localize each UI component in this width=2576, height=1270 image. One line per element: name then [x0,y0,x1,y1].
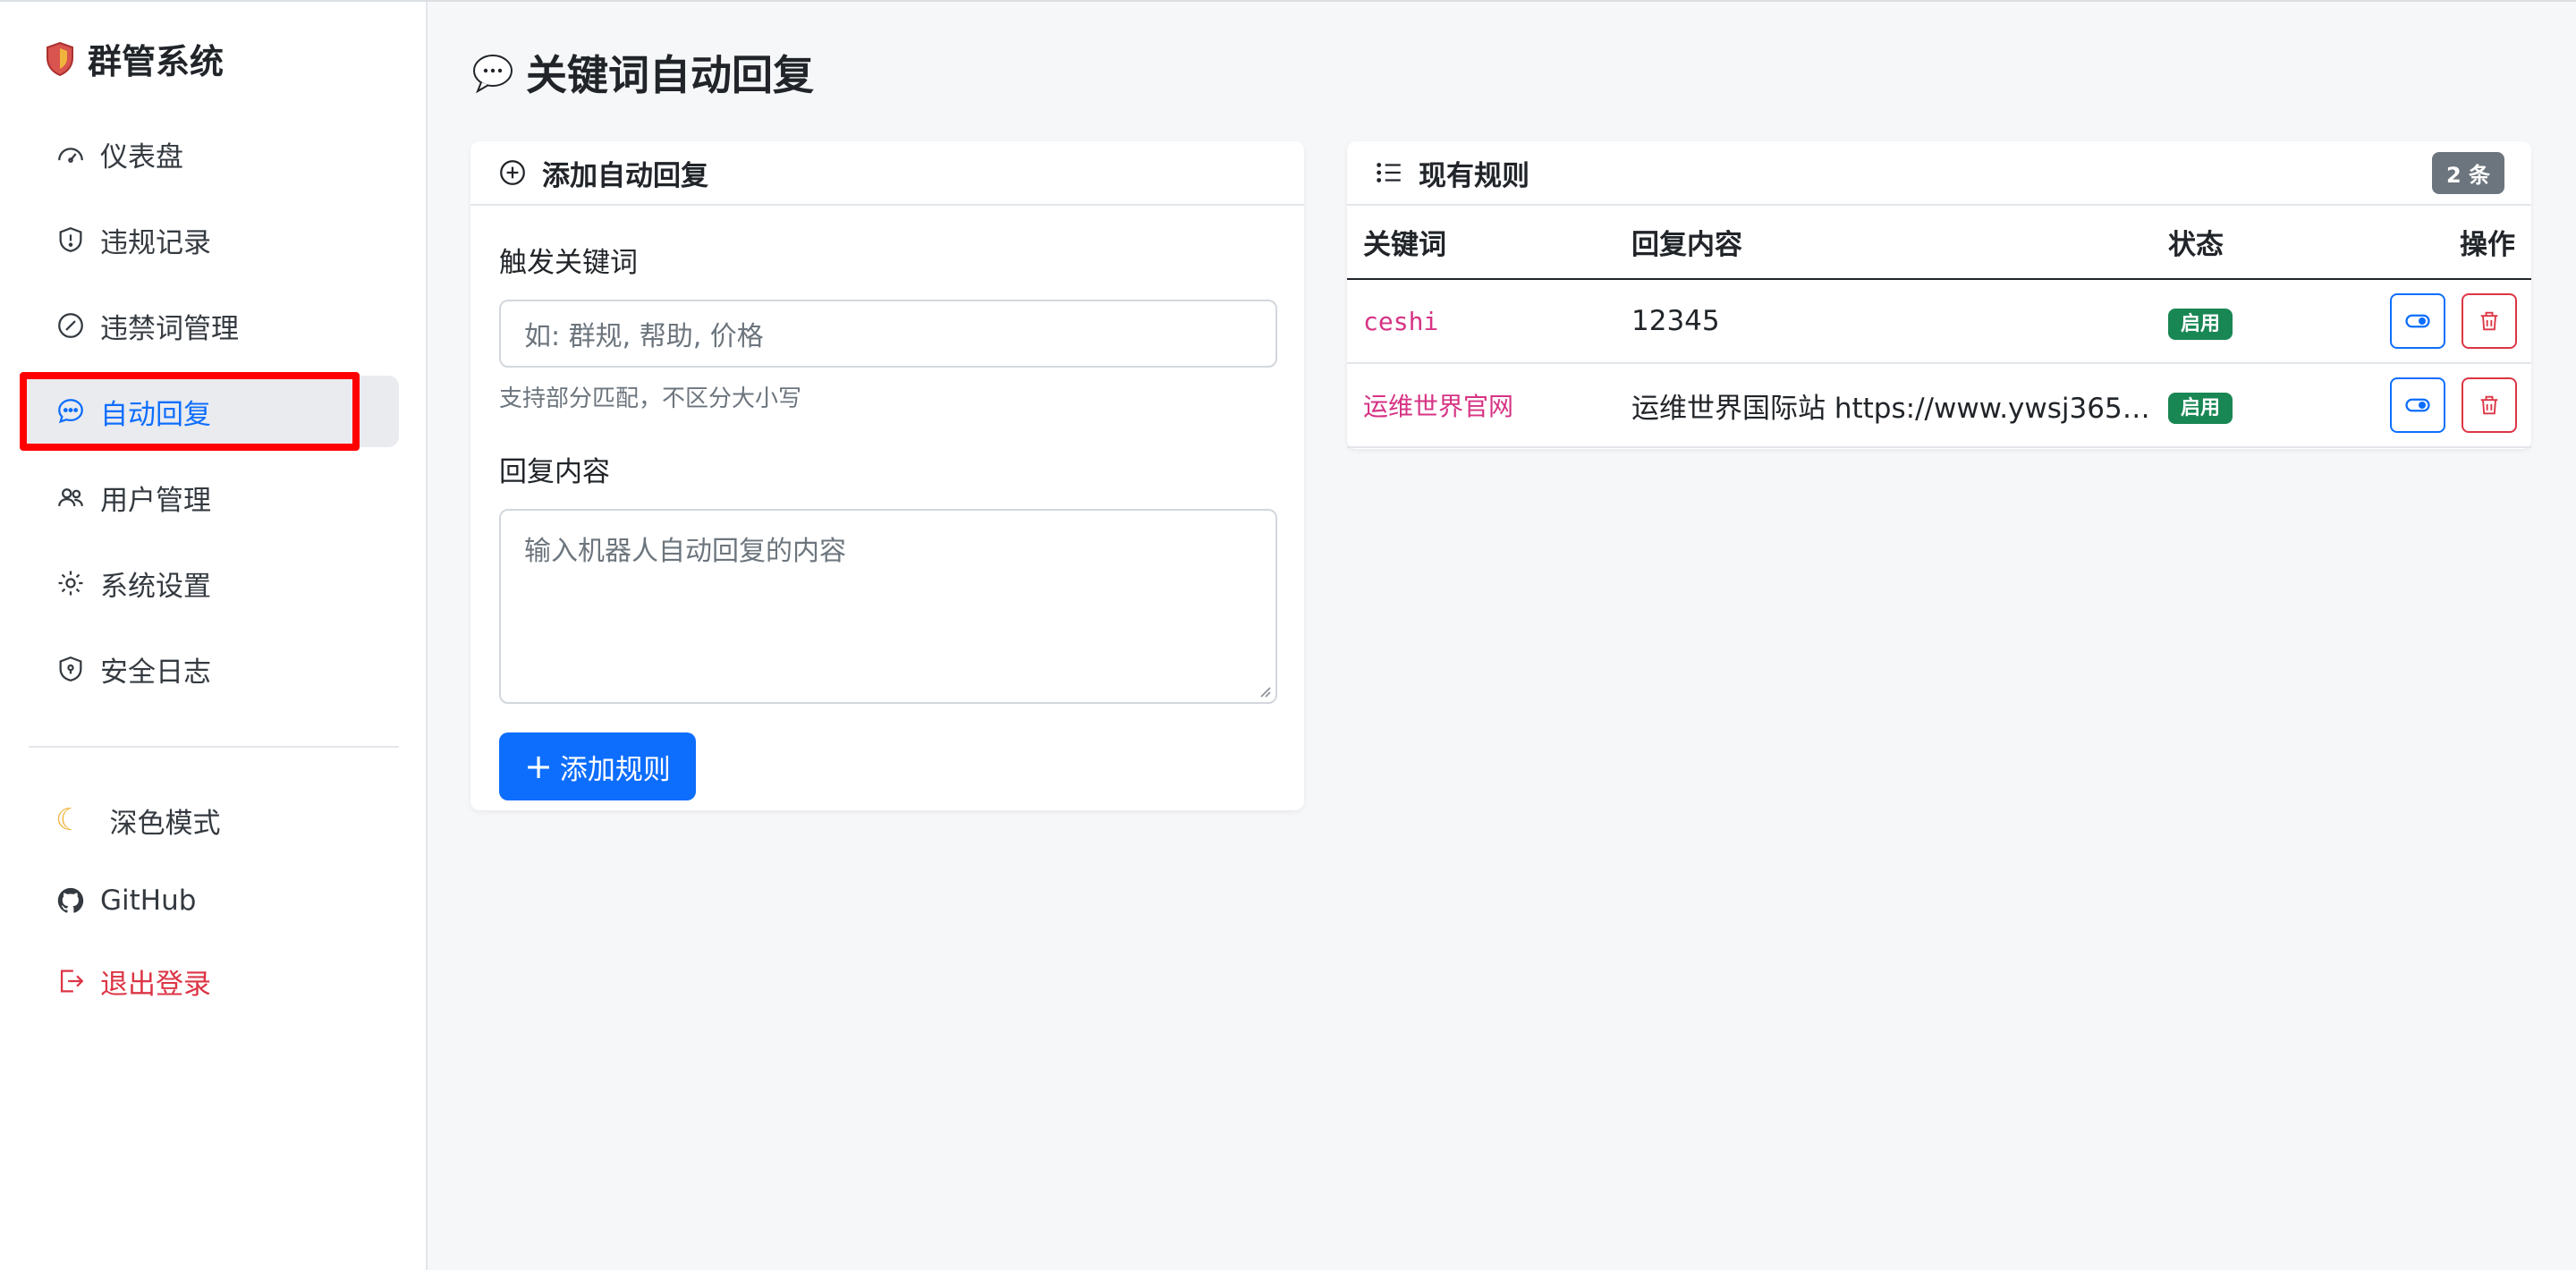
rule-keyword: 运维世界官网 [1347,363,1615,448]
sidebar-item-auto-reply[interactable]: 自动回复 [20,372,399,451]
toggle-rule-button[interactable] [2390,377,2446,433]
column-header-status: 状态 [2152,206,2331,280]
brand-title: 群管系统 [88,42,225,81]
sidebar-bottom: ☾ 深色模式 GitHub 退出登录 [55,798,220,1039]
add-card-header: 添加自动回复 [470,141,1304,206]
sidebar-item-label: 安全日志 [100,656,211,689]
list-icon [1374,157,1404,188]
speech-bubble-icon [470,50,515,95]
sidebar-nav: 仪表盘 违规记录 违禁词管理 自动回复 用户管理 系统设置 安全日志 [20,118,399,719]
page-title: 关键词自动回复 [470,43,814,102]
table-row: ceshi 12345 启用 [1347,279,2531,364]
rule-actions [2331,363,2531,448]
rule-content: 运维世界国际站 https://www.ywsj365.... [1615,363,2152,448]
brand: 群管系统 [45,34,224,83]
moon-icon: ☾ [55,802,83,838]
app-window: 群管系统 仪表盘 违规记录 违禁词管理 自动回复 用户管理 系统设置 安全日志 … [0,0,2576,1270]
logout-label: 退出登录 [100,968,211,1001]
slash-circle-icon [55,310,86,341]
sidebar-item-label: 违规记录 [100,226,211,259]
table-row: 运维世界官网 运维世界国际站 https://www.ywsj365.... 启… [1347,363,2531,448]
sidebar-item-label: 用户管理 [100,484,211,517]
column-header-keyword: 关键词 [1347,206,1615,280]
sidebar-item-settings[interactable]: 系统设置 [21,547,399,619]
sidebar-item-label: 自动回复 [100,398,211,431]
gear-icon [55,568,86,598]
dark-mode-toggle[interactable]: ☾ 深色模式 [55,798,220,842]
existing-rules-card: 现有规则 2 条 关键词 回复内容 状态 操作 ceshi 12345 启用 运… [1347,141,2531,449]
toggle-rule-button[interactable] [2390,293,2446,349]
rules-card-title: 现有规则 [1419,159,1530,192]
sidebar-item-users[interactable]: 用户管理 [21,461,399,533]
toggle-on-icon [2405,398,2430,412]
rule-content: 12345 [1615,279,2152,364]
sidebar-item-dashboard[interactable]: 仪表盘 [21,118,399,190]
content-label: 回复内容 [499,456,610,488]
main-content: 关键词自动回复 添加自动回复 触发关键词 如: 群规, 帮助, 价格 支持部分匹… [428,2,2576,1270]
rule-actions [2331,279,2531,364]
table-header-row: 关键词 回复内容 状态 操作 [1347,206,2531,280]
add-auto-reply-card: 添加自动回复 触发关键词 如: 群规, 帮助, 价格 支持部分匹配，不区分大小写… [470,141,1304,810]
logout-button[interactable]: 退出登录 [55,959,220,1003]
page-title-text: 关键词自动回复 [526,51,814,99]
trash-icon [2480,395,2498,415]
content-placeholder: 输入机器人自动回复的内容 [524,536,846,567]
sidebar-item-label: 违禁词管理 [100,312,239,345]
sidebar-item-banned-words[interactable]: 违禁词管理 [21,290,399,361]
github-label: GitHub [100,885,197,917]
rule-keyword: ceshi [1347,279,1615,364]
sidebar-item-label: 系统设置 [100,570,211,603]
chat-dots-icon [55,396,86,427]
toggle-on-icon [2405,314,2430,328]
logout-icon [55,966,86,996]
plus-circle-icon [497,157,528,188]
delete-rule-button[interactable] [2462,293,2517,349]
trash-icon [2480,311,2498,331]
rule-status-cell: 启用 [2152,363,2331,448]
rules-card-header: 现有规则 2 条 [1347,141,2531,206]
rules-table: 关键词 回复内容 状态 操作 ceshi 12345 启用 运维世界官网 运维世… [1347,206,2531,448]
sidebar-item-security-log[interactable]: 安全日志 [21,633,399,705]
keyword-input[interactable]: 如: 群规, 帮助, 价格 [499,300,1277,368]
status-badge: 启用 [2168,393,2233,424]
add-form: 触发关键词 如: 群规, 帮助, 价格 支持部分匹配，不区分大小写 回复内容 输… [470,206,1304,800]
rule-status-cell: 启用 [2152,279,2331,364]
keyword-hint: 支持部分匹配，不区分大小写 [499,385,802,412]
content-textarea[interactable]: 输入机器人自动回复的内容 [499,509,1277,704]
keyword-label: 触发关键词 [499,247,638,279]
sidebar: 群管系统 仪表盘 违规记录 违禁词管理 自动回复 用户管理 系统设置 安全日志 … [0,2,428,1270]
sidebar-divider [29,746,399,748]
resize-grip-icon[interactable] [1256,682,1272,698]
sidebar-item-label: 仪表盘 [100,140,183,174]
github-link[interactable]: GitHub [55,878,220,923]
speedometer-icon [55,139,86,169]
add-rule-label: 添加规则 [559,753,671,786]
status-badge: 启用 [2168,309,2233,340]
dark-mode-label: 深色模式 [109,807,221,840]
people-icon [55,482,86,512]
column-header-actions: 操作 [2331,206,2531,280]
shield-logo-icon [45,41,75,77]
github-icon [55,885,86,916]
add-card-title: 添加自动回复 [542,159,708,192]
shield-lock-icon [55,654,86,684]
rules-count-badge: 2 条 [2431,151,2504,194]
column-header-content: 回复内容 [1615,206,2152,280]
shield-exclamation-icon [55,224,86,255]
sidebar-item-violations[interactable]: 违规记录 [21,204,399,275]
add-rule-button[interactable]: + 添加规则 [499,732,696,800]
delete-rule-button[interactable] [2462,377,2517,433]
plus-icon: + [524,747,553,786]
